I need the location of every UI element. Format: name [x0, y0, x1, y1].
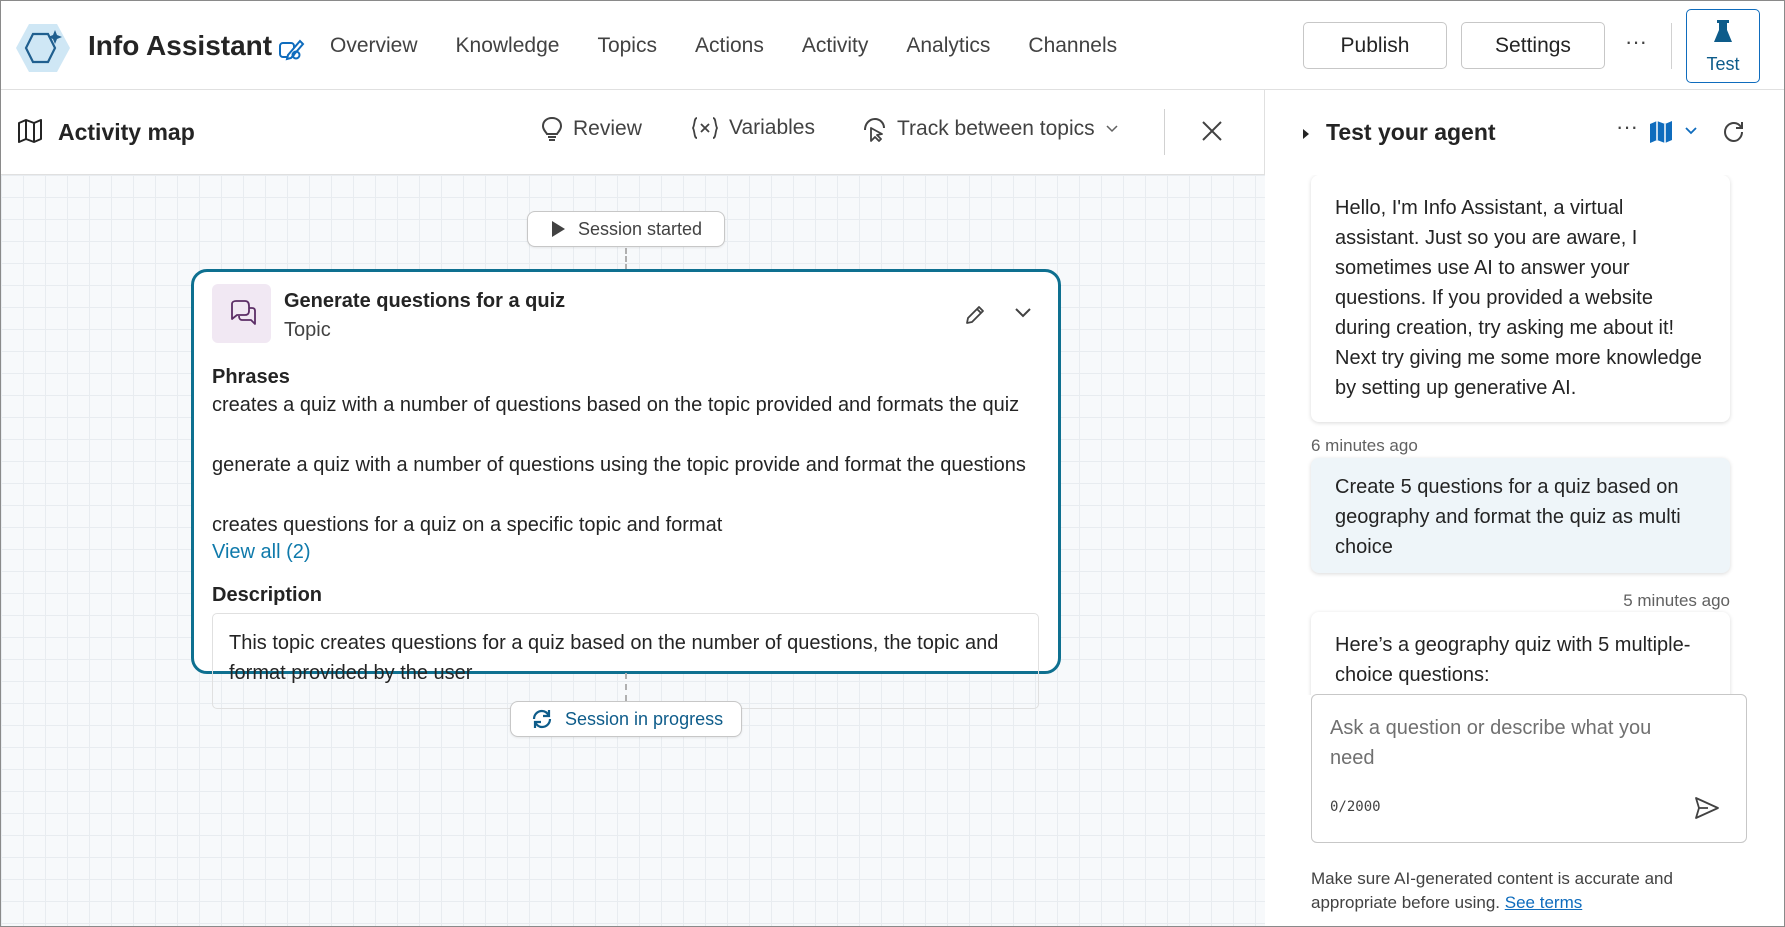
more-options-button[interactable]: ··· [1621, 29, 1651, 59]
bot-message: Here’s a geography quiz with 5 multiple-… [1311, 612, 1730, 695]
message-timestamp: 5 minutes ago [1623, 591, 1730, 610]
chat-input-placeholder: Ask a question or describe what you need [1330, 717, 1652, 769]
chevron-down-icon[interactable] [1684, 126, 1698, 136]
app-window: Info Assistant Overview Knowledge Topics… [0, 0, 1785, 927]
activity-map-header: Activity map Review Variables Track betw… [1, 90, 1264, 175]
edit-agent-icon[interactable] [276, 33, 306, 63]
nav-activity[interactable]: Activity [783, 34, 888, 58]
chevron-down-icon [1106, 125, 1118, 133]
phrase-item: generate a quiz with a number of questio… [212, 454, 1026, 476]
message-timestamp: 6 minutes ago [1311, 436, 1418, 455]
see-terms-link[interactable]: See terms [1505, 893, 1582, 912]
divider [1671, 23, 1672, 69]
variables-button[interactable]: Variables [691, 116, 815, 140]
pencil-icon[interactable] [964, 304, 986, 326]
app-name: Info Assistant [88, 30, 273, 61]
topic-icon-container [212, 284, 271, 343]
track-cursor-icon [864, 117, 885, 142]
review-button[interactable]: Review [541, 116, 642, 142]
activity-map-title: Activity map [58, 119, 195, 145]
nav-knowledge[interactable]: Knowledge [437, 34, 579, 58]
nav-channels[interactable]: Channels [1009, 34, 1136, 58]
lightbulb-icon [541, 116, 563, 141]
nav-topics[interactable]: Topics [578, 34, 676, 58]
review-label: Review [573, 117, 642, 140]
chat-input[interactable]: Ask a question or describe what you need… [1311, 694, 1747, 843]
nav-analytics[interactable]: Analytics [887, 34, 1009, 58]
topic-title: Generate questions for a quiz [284, 290, 566, 312]
phrase-item: creates questions for a quiz on a specif… [212, 514, 723, 536]
track-label: Track between topics [897, 117, 1095, 140]
test-label: Test [1706, 54, 1740, 74]
sync-icon [532, 709, 552, 729]
send-icon[interactable] [1694, 795, 1720, 821]
top-bar: Info Assistant Overview Knowledge Topics… [1, 1, 1784, 90]
view-all-link[interactable]: View all (2) [212, 541, 311, 564]
phrases-label: Phrases [212, 366, 290, 388]
bot-message: Hello, I'm Info Assistant, a virtual ass… [1311, 175, 1730, 422]
session-started-label: Session started [578, 218, 703, 239]
user-message: Create 5 questions for a quiz based on g… [1311, 458, 1730, 573]
disclaimer-text: Make sure AI-generated content is accura… [1311, 869, 1673, 912]
map-icon [18, 119, 42, 143]
activity-map-panel: Activity map Review Variables Track betw… [1, 90, 1265, 926]
test-button[interactable]: Test [1686, 9, 1760, 83]
session-in-progress-node[interactable]: Session in progress [510, 701, 742, 737]
flask-icon [1714, 20, 1732, 42]
test-agent-panel: Test your agent ··· Hello, I'm Info Assi… [1266, 90, 1784, 926]
refresh-icon[interactable] [1722, 120, 1746, 144]
chevron-down-icon[interactable] [1014, 306, 1032, 320]
character-count: 0/2000 [1330, 799, 1381, 815]
publish-button[interactable]: Publish [1303, 22, 1447, 69]
settings-button[interactable]: Settings [1461, 22, 1605, 69]
agent-hexagon-icon [15, 20, 71, 76]
description-label: Description [212, 584, 323, 606]
divider [1164, 109, 1165, 155]
test-panel-title: Test your agent [1326, 119, 1496, 145]
chat-transcript[interactable]: Hello, I'm Info Assistant, a virtual ass… [1266, 175, 1784, 695]
main-nav: Overview Knowledge Topics Actions Activi… [311, 1, 1136, 90]
more-options-button[interactable]: ··· [1616, 114, 1638, 140]
session-in-progress-label: Session in progress [565, 708, 724, 729]
caret-right-icon[interactable] [1302, 128, 1310, 140]
variables-label: Variables [729, 116, 815, 139]
topic-node-card[interactable]: Generate questions for a quiz Topic Phra… [191, 269, 1061, 709]
play-icon [552, 221, 565, 237]
flow-connector [625, 673, 627, 701]
phrase-item: creates a quiz with a number of question… [212, 394, 1020, 416]
topic-type: Topic [284, 319, 331, 341]
close-icon[interactable] [1199, 118, 1225, 144]
activity-canvas[interactable]: Session started Generate questions for a… [1, 175, 1265, 926]
nav-actions[interactable]: Actions [676, 34, 783, 58]
session-started-node[interactable]: Session started [527, 211, 725, 247]
test-panel-header: Test your agent ··· [1266, 90, 1784, 175]
track-between-topics-dropdown[interactable]: Track between topics [861, 116, 1119, 142]
flow-connector [625, 248, 627, 270]
chat-bubbles-icon [231, 300, 256, 325]
map-icon[interactable] [1649, 121, 1673, 143]
ai-disclaimer: Make sure AI-generated content is accura… [1311, 867, 1751, 915]
nav-overview[interactable]: Overview [311, 34, 437, 58]
variable-icon [691, 117, 719, 139]
